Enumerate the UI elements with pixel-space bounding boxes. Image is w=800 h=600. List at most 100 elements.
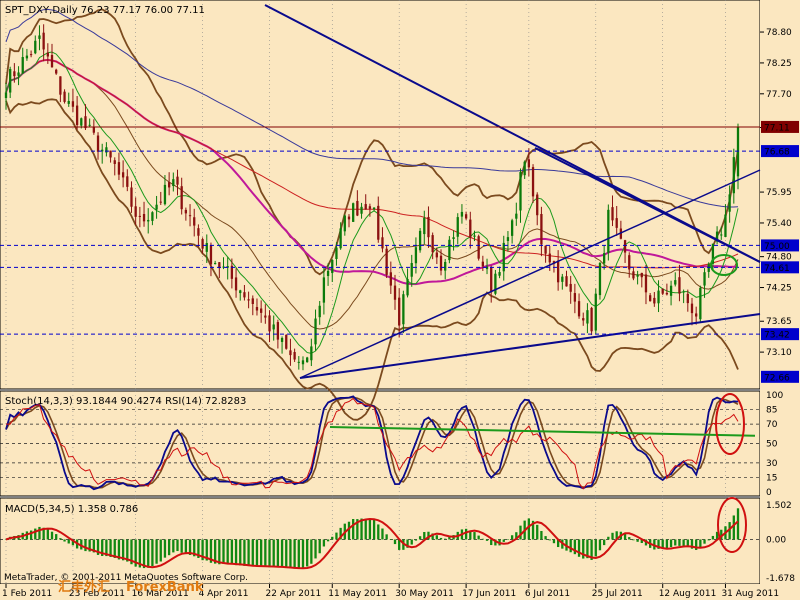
candle-body [368,206,372,209]
candle-body [147,219,150,222]
candle-body [423,217,426,235]
candle-body [243,292,246,298]
macd-bar [414,539,418,541]
candle-body [80,118,83,126]
macd-bar [331,536,334,540]
candle-body [188,215,192,217]
candle-body [209,245,213,265]
macd-bar [34,528,37,540]
candle-body [293,352,296,360]
candle-body [414,247,418,264]
macd-bar [280,539,284,568]
macd-bar [389,539,392,540]
macd-bar [260,539,263,567]
macd-bar [435,535,438,540]
macd-bar [301,539,305,568]
candle-body [548,253,551,263]
macd-bar [611,532,614,540]
forex-chart: 78.8078.2577.7077.1075.9575.4074.8074.25… [0,0,800,600]
macd-bar [439,537,443,540]
macd-bar [665,539,669,549]
candle-body [611,207,614,221]
macd-bar [147,539,150,568]
candle-body [356,200,359,216]
candle-body [389,272,392,286]
candle-body [306,357,309,363]
macd-bar [602,539,606,546]
candle-body [310,346,313,361]
watermark-site: ForexBank [126,580,204,595]
candle-body [456,217,459,237]
candle-body [540,213,543,245]
macd-bar [251,539,254,567]
macd-bar [167,539,171,556]
candle-body [280,337,284,342]
price-highlight-label: 72.66 [764,373,790,383]
macd-bar [289,539,292,569]
oscillator-panel-title: Stoch(14,3,3) 93.1844 90.4274 RSI(14) 72… [5,396,246,407]
candle-body [197,228,200,236]
macd-bar [594,539,597,557]
macd-bar [481,538,484,540]
candle-body [661,288,664,294]
macd-bar [410,539,413,545]
candle-body [59,76,62,95]
osc-tick-label: 85 [766,406,777,416]
candle-body [439,255,443,271]
date-label: 4 Apr 2011 [199,589,249,599]
candle-body [431,235,434,253]
macd-bar [352,519,355,540]
candle-body [732,157,735,194]
candle-body [260,308,263,313]
macd-bar [577,539,581,557]
candle-body [285,334,288,349]
macd-bar [322,539,326,547]
candle-body [205,243,208,252]
macd-bar [368,519,372,540]
candle-body [632,271,635,279]
candle-body [4,92,8,99]
candle-body [607,209,610,253]
macd-bar [418,536,422,540]
candle-body [523,161,526,176]
candle-body [289,350,292,356]
candle-body [707,263,710,272]
price-highlight-label: 73.42 [764,331,790,341]
price-tick-label: 73.65 [766,317,792,327]
macd-bar [674,539,677,546]
candle-body [418,230,422,251]
candle-body [180,186,183,210]
candle-body [372,207,376,210]
candle-body [213,263,217,265]
date-label: 31 Aug 2011 [721,589,779,599]
macd-bar [464,528,468,540]
date-label: 6 Jul 2011 [525,589,570,599]
candle-body [314,318,317,345]
candle-body [13,71,16,77]
candle-body [84,116,87,129]
candle-body [577,301,581,317]
date-label: 25 Jul 2011 [592,589,643,599]
candle-body [167,182,171,188]
macd-bar [377,524,380,540]
candle-body [556,260,560,283]
candle-body [544,245,547,254]
candle-body [96,135,100,152]
candle-body [159,201,162,203]
candle-body [38,35,41,39]
macd-tick-label: -1.678 [766,574,795,584]
macd-bar [477,535,480,540]
candle-body [385,248,388,275]
date-label: 11 May 2011 [328,589,387,599]
candle-body [703,272,706,286]
macd-bar [699,539,702,548]
macd-tick-label: 1.502 [766,501,792,511]
candle-body [510,220,514,236]
candle-body [515,213,518,219]
candle-body [444,261,447,271]
price-tick-label: 77.70 [766,90,792,100]
candle-body [21,57,24,74]
macd-bar [678,539,681,546]
candle-body [669,285,673,296]
date-label: 22 Apr 2011 [266,589,322,599]
